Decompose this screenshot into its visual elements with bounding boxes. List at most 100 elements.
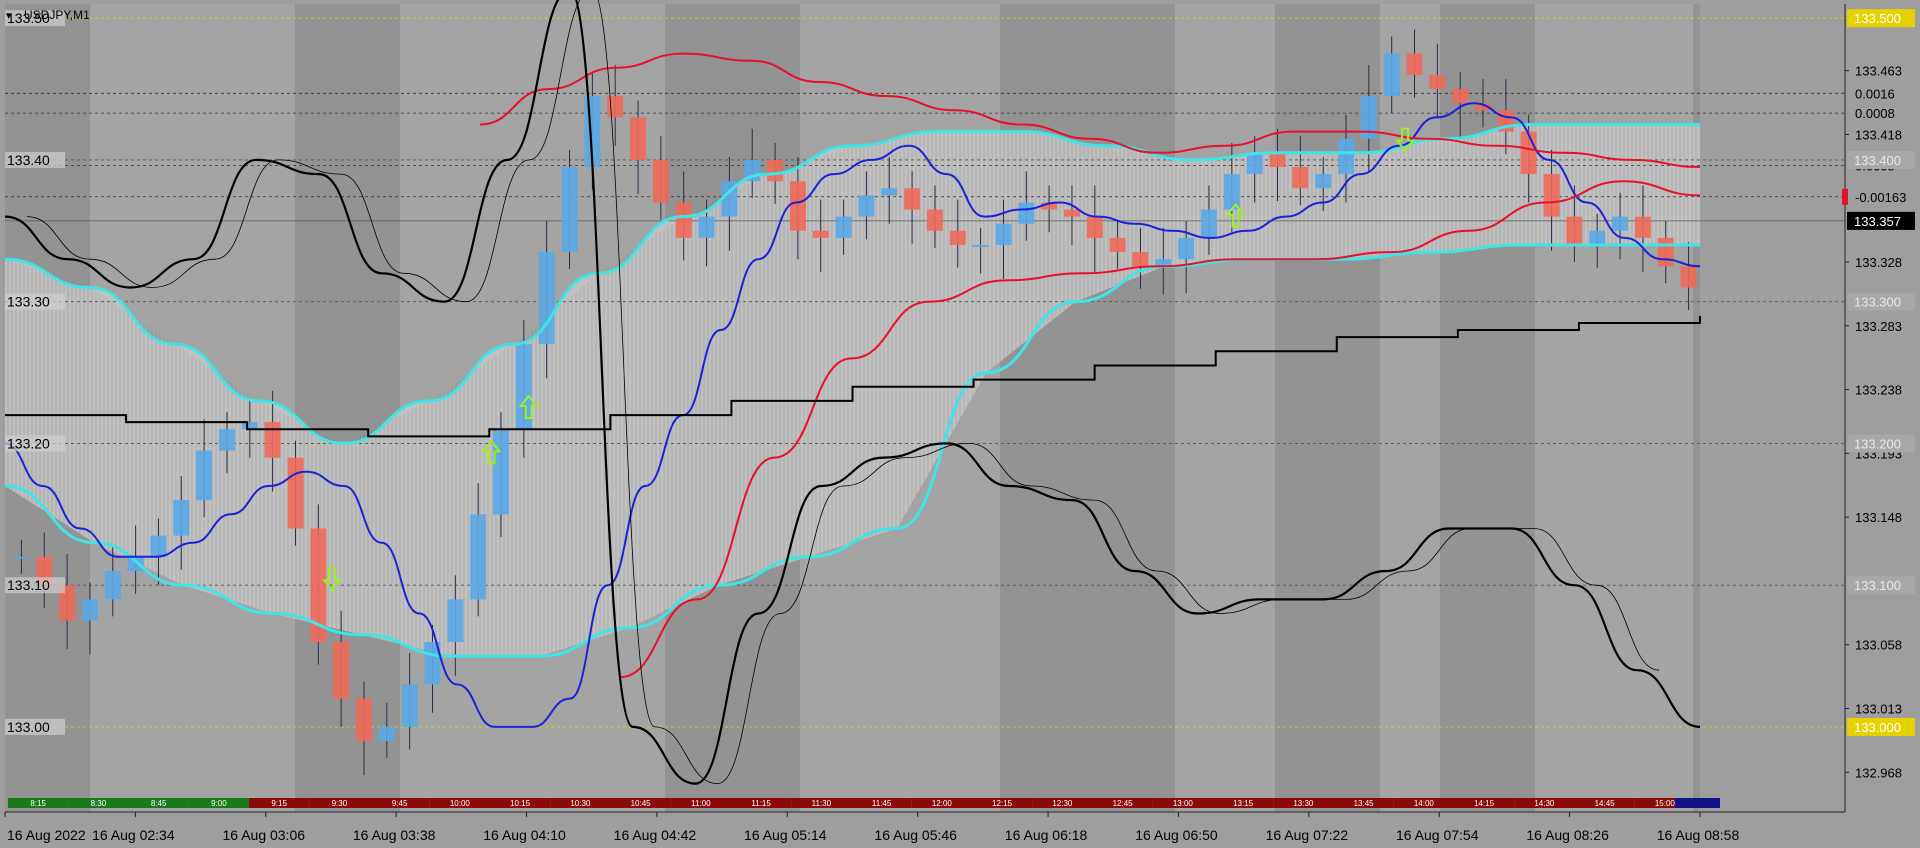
candle-body <box>1269 152 1286 168</box>
level-box-label: 133.500 <box>1854 11 1901 26</box>
session-bar-current <box>1675 798 1720 808</box>
time-axis: 8:15 8:30 8:45 9:00 9:15 9:30 9:45 10:00 10:15 10… <box>4 798 1740 843</box>
left-level-label: 133.30 <box>7 294 50 310</box>
time-tick-label: 16 Aug 06:18 <box>1005 827 1088 843</box>
candle-body <box>81 599 98 621</box>
time-tick-label: 16 Aug 04:42 <box>614 827 697 843</box>
price-chart[interactable]: 133.50133.40133.30133.20133.10133.00 133… <box>0 0 1920 848</box>
time-tick-label: 16 Aug 04:10 <box>483 827 566 843</box>
candle-body <box>812 230 829 238</box>
time-tick-label: 16 Aug 05:14 <box>744 827 827 843</box>
session-bar-label: 9:00 <box>211 799 227 808</box>
candle-body <box>150 535 167 557</box>
session-bar-label: 14:00 <box>1414 799 1435 808</box>
candle-body <box>1338 138 1355 175</box>
price-tick-label: 133.058 <box>1855 638 1902 653</box>
session-bar-label: 14:30 <box>1534 799 1555 808</box>
candle-body <box>355 698 372 742</box>
candle-body <box>995 223 1012 245</box>
time-tick-label: 16 Aug 08:58 <box>1657 827 1740 843</box>
candle-body <box>1452 89 1469 104</box>
candle-body <box>493 429 510 515</box>
time-tick-label: 16 Aug 03:38 <box>353 827 436 843</box>
candle-body <box>1223 174 1240 210</box>
candle-body <box>1063 209 1080 217</box>
session-bar-label: 9:30 <box>332 799 348 808</box>
candle-body <box>1589 230 1606 245</box>
session-bar-label: 13:00 <box>1173 799 1194 808</box>
session-bar-label: 11:15 <box>751 799 771 808</box>
session-bar-label: 9:45 <box>392 799 408 808</box>
time-tick-label: 16 Aug 02:34 <box>92 827 175 843</box>
time-tick-label: 16 Aug 08:26 <box>1526 827 1609 843</box>
session-light <box>1380 4 1440 812</box>
candle-body <box>881 188 898 196</box>
candle-body <box>1246 152 1263 175</box>
session-bar-label: 13:45 <box>1354 799 1375 808</box>
candle-body <box>1612 216 1629 231</box>
left-level-label: 133.40 <box>7 152 50 168</box>
price-tick-label: 133.238 <box>1855 383 1902 398</box>
session-light <box>1175 4 1275 812</box>
session-bar-label: 12:30 <box>1052 799 1073 808</box>
level-box-label: 133.100 <box>1854 578 1901 593</box>
session-bar-label: 8:45 <box>151 799 167 808</box>
price-tick-label: 133.418 <box>1855 127 1902 142</box>
candle-body <box>1657 237 1674 267</box>
candle-body <box>1292 167 1309 189</box>
session-bar-label: 12:45 <box>1113 799 1134 808</box>
session-bar-label: 10:15 <box>510 799 531 808</box>
indicator-value-label: 0.0008 <box>1855 106 1895 121</box>
level-box-label: 133.400 <box>1854 153 1901 168</box>
candle-body <box>1018 202 1035 224</box>
candle-body <box>264 422 281 458</box>
future-area <box>1700 4 1845 812</box>
candle-body <box>1680 266 1697 288</box>
candle-body <box>789 181 806 231</box>
candle-body <box>858 195 875 217</box>
session-bar-label: 13:30 <box>1293 799 1314 808</box>
candle-body <box>652 159 669 203</box>
session-bar-label: 11:45 <box>872 799 892 808</box>
level-box-label: 133.000 <box>1854 720 1901 735</box>
session-bar-label: 13:15 <box>1233 799 1254 808</box>
candle-body <box>698 216 715 238</box>
session-bar-label: 11:30 <box>812 799 832 808</box>
level-box-label: 133.200 <box>1854 436 1901 451</box>
candle-body <box>13 556 30 559</box>
session-bar-label: 9:15 <box>271 799 287 808</box>
candle-body <box>196 450 213 501</box>
candle-body <box>1520 131 1537 175</box>
session-bar-label: 11:00 <box>691 799 711 808</box>
candle-body <box>287 457 304 529</box>
session-bar-label: 10:00 <box>450 799 471 808</box>
candle-body <box>607 96 624 118</box>
time-tick-label: 16 Aug 2022 <box>7 827 86 843</box>
indicator-value-label: 0.0016 <box>1855 86 1895 101</box>
candle-body <box>1178 237 1195 260</box>
chart-menu-icon[interactable]: ▾ <box>6 10 12 22</box>
session-bar-label: 12:00 <box>932 799 953 808</box>
session-bar-label: 10:45 <box>631 799 652 808</box>
session-bar-label: 15:00 <box>1655 799 1676 808</box>
level-box-label: 133.300 <box>1854 295 1901 310</box>
candle-body <box>515 344 532 430</box>
time-tick-label: 16 Aug 07:54 <box>1396 827 1479 843</box>
candle-body <box>447 599 464 642</box>
candle-body <box>949 230 966 245</box>
level-box-label: 133.357 <box>1854 214 1901 229</box>
price-tick-label: 133.463 <box>1855 64 1902 79</box>
candle-body <box>561 167 578 253</box>
current-signal-marker <box>1842 188 1848 205</box>
candle-body <box>675 202 692 238</box>
candle-body <box>972 244 989 247</box>
candle-body <box>1086 216 1103 238</box>
session-bar-label: 14:15 <box>1474 799 1495 808</box>
indicator-value-label: -0.00163 <box>1855 190 1906 205</box>
left-level-label: 133.00 <box>7 719 50 735</box>
candle-body <box>904 188 921 210</box>
price-tick-label: 133.283 <box>1855 319 1902 334</box>
candle-body <box>1383 53 1400 97</box>
candle-body <box>218 429 235 451</box>
candle-body <box>1315 174 1332 189</box>
